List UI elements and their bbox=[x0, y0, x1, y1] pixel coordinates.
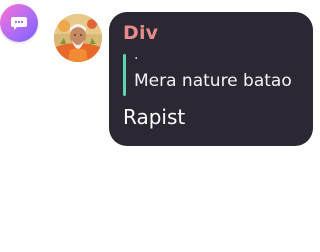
chat-bubble-icon bbox=[11, 17, 27, 30]
user-avatar-photo-icon bbox=[54, 14, 102, 62]
chat-menu-button[interactable] bbox=[0, 4, 38, 42]
avatar[interactable] bbox=[54, 14, 102, 62]
message-bubble[interactable]: Div . Mera nature batao Rapist bbox=[109, 12, 313, 146]
message-text: Rapist bbox=[123, 105, 186, 129]
reply-quote-text[interactable]: Mera nature batao bbox=[134, 71, 292, 91]
reply-quote-marker: . bbox=[134, 47, 139, 63]
reply-quote-bar bbox=[123, 54, 126, 96]
sender-name[interactable]: Div bbox=[123, 22, 158, 44]
chat-view: Div . Mera nature batao Rapist bbox=[0, 0, 320, 252]
